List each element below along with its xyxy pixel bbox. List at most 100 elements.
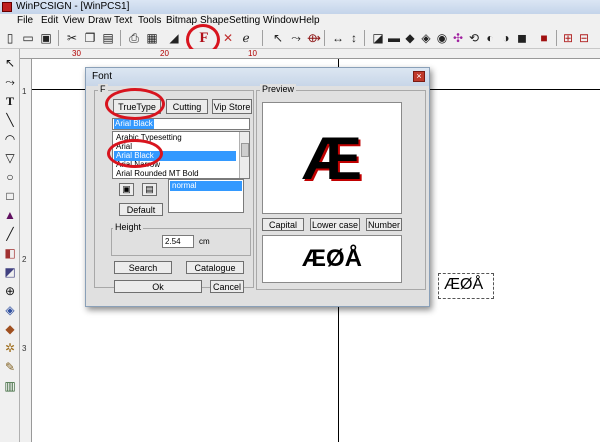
weld-icon[interactable]: ⟴ bbox=[306, 30, 322, 46]
dialog-title-bar: Font × bbox=[86, 68, 429, 86]
ruler-mark: 2 bbox=[22, 255, 27, 264]
align-icon[interactable]: ▬ bbox=[386, 30, 402, 46]
layout-icon[interactable]: ⊞ bbox=[560, 30, 576, 46]
node-icon[interactable]: ⤳ bbox=[2, 74, 18, 90]
fit-icon[interactable]: ◈ bbox=[2, 302, 18, 318]
catalogue-button[interactable]: Catalogue bbox=[186, 261, 244, 274]
ok-button[interactable]: Ok bbox=[114, 280, 202, 293]
arrange-icon[interactable]: ◉ bbox=[434, 30, 450, 46]
ruler-mark: 1 bbox=[22, 87, 27, 96]
menu-window[interactable]: Window bbox=[263, 15, 299, 26]
eraser-icon[interactable]: ◢ bbox=[166, 30, 182, 46]
open-folder-icon[interactable]: ▭ bbox=[20, 30, 36, 46]
text-icon[interactable]: T bbox=[2, 93, 18, 109]
preview-box: Æ bbox=[262, 102, 402, 214]
tile-icon[interactable]: ⊟ bbox=[576, 30, 592, 46]
height-label: Height bbox=[113, 222, 144, 232]
pen-icon[interactable]: ✎ bbox=[2, 359, 18, 375]
menu-bitmap[interactable]: Bitmap bbox=[166, 15, 197, 26]
sample-preview-box: ÆØÅ bbox=[262, 235, 402, 283]
toolbar: ▯ ▭ ▣ ✂ ❐ ▤ ⎙ ▦ ◢ F ✕ ℯ ↖ ⤳ ⟴ ↔ ↕ ◪ ▬ ◆ … bbox=[0, 27, 600, 49]
ruler-mark: 20 bbox=[160, 49, 169, 58]
style-item[interactable]: normal bbox=[170, 181, 242, 191]
print-icon[interactable]: ⎙ bbox=[126, 30, 142, 46]
dialog-title: Font bbox=[92, 71, 113, 82]
sample-preview-text: ÆØÅ bbox=[302, 245, 362, 272]
window-title: WinPCSIGN - [WinPCS1] bbox=[16, 1, 130, 12]
annotation-circle bbox=[105, 88, 165, 120]
plot-icon[interactable]: ▥ bbox=[2, 378, 18, 394]
scrollbar-thumb[interactable] bbox=[241, 143, 249, 157]
paint-bucket-icon[interactable]: ◆ bbox=[2, 321, 18, 337]
zoom-icon[interactable]: ⊕ bbox=[2, 283, 18, 299]
center-icon[interactable]: ✣ bbox=[450, 30, 466, 46]
text-tool-icon[interactable]: ℯ bbox=[238, 30, 254, 46]
preview-label: Preview bbox=[260, 84, 297, 94]
save-icon[interactable]: ▣ bbox=[38, 30, 54, 46]
cancel-button[interactable]: Cancel bbox=[210, 280, 244, 293]
capital-button[interactable]: Capital bbox=[262, 218, 304, 231]
cutting-tab[interactable]: Cutting bbox=[166, 99, 208, 114]
new-file-icon[interactable]: ▯ bbox=[2, 30, 18, 46]
menu-file[interactable]: File bbox=[17, 15, 33, 26]
vipstore-tab[interactable]: Vip Store bbox=[212, 99, 252, 114]
default-button[interactable]: Default bbox=[119, 203, 163, 216]
menu-bar: File Edit View Draw Text Tools Bitmap Sh… bbox=[0, 14, 600, 27]
left-toolbox: ↖ ⤳ T ╲ ◠ ▽ ○ □ ▲ ╱ ◧ ◩ ⊕ ◈ ◆ ✲ ✎ ▥ bbox=[0, 49, 20, 442]
outline-icon[interactable]: ◼ bbox=[514, 30, 530, 46]
font-name-value: Arial Black bbox=[114, 119, 154, 129]
menu-setting[interactable]: Setting bbox=[229, 15, 260, 26]
shadow-icon[interactable]: ◐ bbox=[482, 30, 498, 46]
canvas-text-object[interactable]: ÆØÅ bbox=[444, 276, 483, 294]
font-list-scrollbar[interactable] bbox=[239, 132, 249, 178]
flip-vertical-icon[interactable]: ↕ bbox=[346, 30, 362, 46]
trace-icon[interactable]: ◩ bbox=[2, 264, 18, 280]
italic-style-icon[interactable]: ▤ bbox=[142, 183, 157, 196]
ellipse-icon[interactable]: ○ bbox=[2, 169, 18, 185]
flip-horizontal-icon[interactable]: ↔ bbox=[330, 30, 346, 46]
lowercase-button[interactable]: Lower case bbox=[310, 218, 360, 231]
delete-icon[interactable]: ✕ bbox=[220, 30, 236, 46]
number-button[interactable]: Number bbox=[366, 218, 402, 231]
menu-text[interactable]: Text bbox=[114, 15, 132, 26]
select-arrow-icon[interactable]: ↖ bbox=[270, 30, 286, 46]
knife-icon[interactable]: ╱ bbox=[2, 226, 18, 242]
style-list[interactable]: normal bbox=[168, 179, 244, 213]
height-input[interactable]: 2.54 bbox=[162, 235, 194, 248]
font-group-label: F bbox=[98, 84, 108, 94]
mirror-icon[interactable]: ◧ bbox=[2, 245, 18, 261]
search-button[interactable]: Search bbox=[114, 261, 172, 274]
close-icon[interactable]: × bbox=[413, 71, 425, 82]
ruler-mark: 30 bbox=[72, 49, 81, 58]
paste-icon[interactable]: ▤ bbox=[100, 30, 116, 46]
blend-icon[interactable]: ◑ bbox=[498, 30, 514, 46]
preview-icon[interactable]: ▦ bbox=[144, 30, 160, 46]
ruler-mark: 3 bbox=[22, 344, 27, 353]
menu-tools[interactable]: Tools bbox=[138, 15, 161, 26]
list-item[interactable]: Arial Rounded MT Bold bbox=[114, 169, 236, 178]
ruler-mark: 10 bbox=[248, 49, 257, 58]
menu-edit[interactable]: Edit bbox=[41, 15, 58, 26]
node-edit-icon[interactable]: ⤳ bbox=[288, 30, 304, 46]
vertical-ruler: 1 2 3 bbox=[20, 59, 32, 442]
cut-icon[interactable]: ✂ bbox=[64, 30, 80, 46]
vectorize-icon[interactable]: ✲ bbox=[2, 340, 18, 356]
rotate-icon[interactable]: ⟲ bbox=[466, 30, 482, 46]
menu-view[interactable]: View bbox=[63, 15, 85, 26]
combine-icon[interactable]: ◆ bbox=[402, 30, 418, 46]
menu-help[interactable]: Help bbox=[299, 15, 320, 26]
bold-style-icon[interactable]: ▣ bbox=[119, 183, 134, 196]
fill-icon[interactable]: ▲ bbox=[2, 207, 18, 223]
rectangle-icon[interactable]: □ bbox=[2, 188, 18, 204]
fill-color-icon[interactable]: ■ bbox=[536, 30, 552, 46]
line-icon[interactable]: ╲ bbox=[2, 112, 18, 128]
horizontal-ruler: 30 20 10 bbox=[20, 49, 600, 59]
contour-icon[interactable]: ◈ bbox=[418, 30, 434, 46]
pointer-icon[interactable]: ↖ bbox=[2, 55, 18, 71]
polygon-icon[interactable]: ▽ bbox=[2, 150, 18, 166]
arc-icon[interactable]: ◠ bbox=[2, 131, 18, 147]
group-icon[interactable]: ◪ bbox=[370, 30, 386, 46]
copy-icon[interactable]: ❐ bbox=[82, 30, 98, 46]
preview-glyph: Æ bbox=[302, 124, 362, 192]
menu-draw[interactable]: Draw bbox=[88, 15, 111, 26]
